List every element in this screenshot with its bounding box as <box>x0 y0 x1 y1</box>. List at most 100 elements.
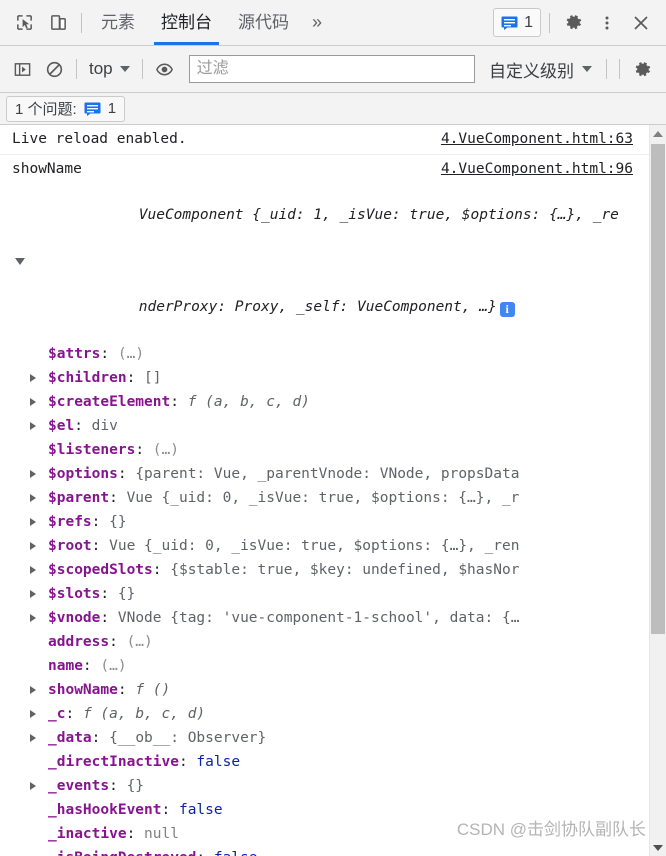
expand-triangle-icon[interactable] <box>30 374 36 382</box>
source-link[interactable]: 4.VueComponent.html:96 <box>441 158 633 181</box>
object-property-row[interactable]: $vnode: VNode {tag: 'vue-component-1-sch… <box>14 606 649 630</box>
gear-icon[interactable] <box>556 6 590 40</box>
object-property-row[interactable]: $parent: Vue {_uid: 0, _isVue: true, $op… <box>14 486 649 510</box>
expand-triangle-icon[interactable] <box>30 542 36 550</box>
device-toolbar-icon[interactable] <box>41 6 75 40</box>
expand-triangle-icon[interactable] <box>30 494 36 502</box>
property-value: null <box>144 826 179 842</box>
property-name: $root <box>48 538 92 554</box>
property-value: {$stable: true, $key: undefined, $hasNor <box>170 562 520 578</box>
property-value: div <box>91 418 118 434</box>
property-value: (…) <box>126 634 153 650</box>
expand-triangle-icon[interactable] <box>15 258 25 265</box>
object-property-row[interactable]: name: (…) <box>14 654 649 678</box>
property-name: _directInactive <box>48 754 179 770</box>
tab-sources[interactable]: 源代码 <box>225 1 302 45</box>
object-property-row[interactable]: _c: f (a, b, c, d) <box>14 702 649 726</box>
more-tabs-button[interactable]: » <box>302 1 332 45</box>
property-name: $createElement <box>48 394 171 410</box>
object-property-row[interactable]: _events: {} <box>14 774 649 798</box>
property-name: name <box>48 658 83 674</box>
object-property-row[interactable]: address: (…) <box>14 630 649 654</box>
object-property-row[interactable]: $slots: {} <box>14 582 649 606</box>
property-separator: : <box>170 394 188 410</box>
property-separator: : <box>100 610 118 626</box>
property-name: _isBeingDestroyed <box>48 850 196 856</box>
console-message[interactable]: showName 4.VueComponent.html:96 VueCompo… <box>0 155 649 856</box>
object-property-row[interactable]: $children: [] <box>14 366 649 390</box>
property-separator: : <box>109 778 127 794</box>
kebab-menu-icon[interactable] <box>590 6 624 40</box>
object-property-row[interactable]: $root: Vue {_uid: 0, _isVue: true, $opti… <box>14 534 649 558</box>
property-separator: : <box>152 562 171 578</box>
object-property-row[interactable]: $el: div <box>14 414 649 438</box>
object-property-row[interactable]: _isBeingDestroyed: false <box>14 846 649 856</box>
issues-bar-label: 1 个问题: <box>15 101 77 118</box>
console-toolbar-divider-3 <box>606 59 607 79</box>
property-name: $attrs <box>48 346 101 362</box>
expand-triangle-icon[interactable] <box>30 398 36 406</box>
scroll-up-arrow-icon[interactable] <box>650 125 666 142</box>
gear-icon[interactable] <box>626 53 658 85</box>
console-scrollbar[interactable] <box>649 125 666 856</box>
chevron-down-icon <box>582 66 592 72</box>
property-separator: : <box>196 850 213 856</box>
log-level-selector[interactable]: 自定义级别 <box>481 57 600 82</box>
property-value: false <box>196 754 241 770</box>
object-properties-list: $attrs: (…) $children: [] $createElement: … <box>0 342 649 856</box>
info-icon[interactable]: i <box>499 302 515 317</box>
devtools-tabbar: 元素 控制台 源代码 » 1 <box>0 0 666 46</box>
property-name: _data <box>48 730 92 746</box>
object-property-row[interactable]: showName: f () <box>14 678 649 702</box>
property-value: f (a, b, c, d) <box>82 706 206 722</box>
expand-triangle-icon[interactable] <box>30 470 36 478</box>
console-sidebar-icon[interactable] <box>6 53 38 85</box>
property-name: address <box>48 634 110 650</box>
property-separator: : <box>100 346 118 362</box>
clear-console-icon[interactable] <box>38 53 70 85</box>
expand-triangle-icon[interactable] <box>30 518 36 526</box>
expand-triangle-icon[interactable] <box>30 734 36 742</box>
tab-elements[interactable]: 元素 <box>88 1 148 45</box>
expand-triangle-icon[interactable] <box>30 422 36 430</box>
issues-counter-button[interactable]: 1 <box>493 8 541 37</box>
expand-triangle-icon[interactable] <box>30 590 36 598</box>
scroll-down-arrow-icon[interactable] <box>650 839 666 856</box>
live-expression-icon[interactable] <box>149 53 181 85</box>
property-separator: : <box>100 586 118 602</box>
scrollbar-thumb[interactable] <box>651 144 665 634</box>
property-value: [] <box>144 370 162 386</box>
object-property-row[interactable]: $attrs: (…) <box>14 342 649 366</box>
expand-triangle-icon[interactable] <box>30 710 36 718</box>
inspect-cursor-icon[interactable] <box>7 6 41 40</box>
console-body: Live reload enabled. 4.VueComponent.html… <box>0 125 666 856</box>
object-property-row[interactable]: _hasHookEvent: false <box>14 798 649 822</box>
expand-triangle-icon[interactable] <box>30 686 36 694</box>
object-property-row[interactable]: _inactive: null <box>14 822 649 846</box>
execution-context-selector[interactable]: top <box>83 59 136 79</box>
close-icon[interactable] <box>624 6 658 40</box>
filter-input[interactable] <box>188 55 475 83</box>
property-name: _c <box>48 706 66 722</box>
console-message-text: showName <box>12 161 82 177</box>
expand-triangle-icon[interactable] <box>30 566 36 574</box>
object-property-row[interactable]: $options: {parent: Vue, _parentVnode: VN… <box>14 462 649 486</box>
source-link[interactable]: 4.VueComponent.html:63 <box>441 128 633 151</box>
object-property-row[interactable]: $listeners: (…) <box>14 438 649 462</box>
console-toolbar-divider-4 <box>619 59 620 79</box>
object-property-row[interactable]: _data: {__ob__: Observer} <box>14 726 649 750</box>
issues-bar-button[interactable]: 1 个问题: 1 <box>6 95 126 122</box>
object-property-row[interactable]: _directInactive: false <box>14 750 649 774</box>
object-preview-line-1[interactable]: VueComponent {_uid: 1, _isVue: true, $op… <box>12 181 649 250</box>
object-property-row[interactable]: $scopedSlots: {$stable: true, $key: unde… <box>14 558 649 582</box>
property-name: _hasHookEvent <box>48 802 162 818</box>
object-preview-line-2[interactable]: nderProxy: Proxy, _self: VueComponent, …… <box>12 250 649 342</box>
console-message[interactable]: Live reload enabled. 4.VueComponent.html… <box>0 125 649 155</box>
object-property-row[interactable]: $createElement: f (a, b, c, d) <box>14 390 649 414</box>
tab-console[interactable]: 控制台 <box>148 1 225 45</box>
expand-triangle-icon[interactable] <box>30 614 36 622</box>
property-name: $refs <box>48 514 92 530</box>
object-property-row[interactable]: $refs: {} <box>14 510 649 534</box>
expand-triangle-icon[interactable] <box>30 782 36 790</box>
property-value: {__ob__: Observer} <box>109 730 267 746</box>
